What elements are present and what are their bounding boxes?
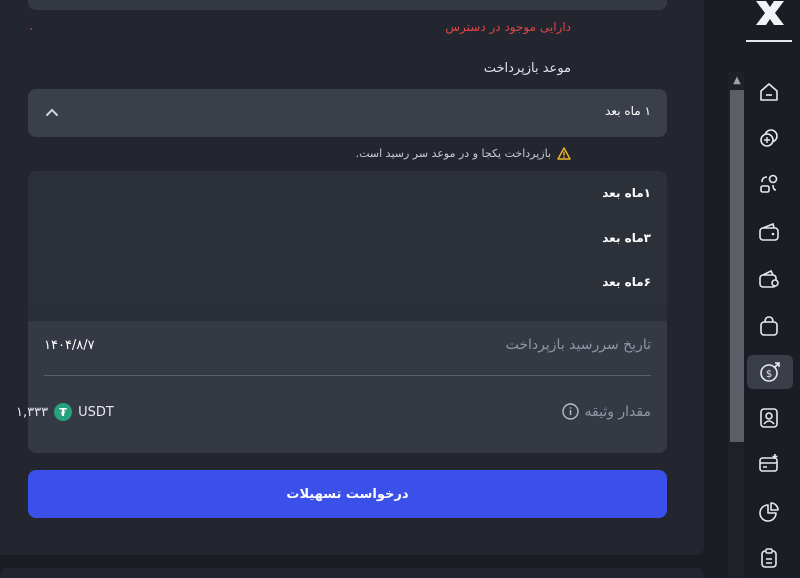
repayment-options-list: ۱ماه بعد ۳ماه بعد ۶ماه بعد xyxy=(28,171,667,305)
info-icon[interactable] xyxy=(561,403,579,420)
amount-input[interactable] xyxy=(28,0,667,10)
wallet-card-icon[interactable] xyxy=(757,267,781,291)
tether-icon: ₮ xyxy=(54,403,73,421)
collateral-amount: ۱,۳۳۳ ₮ USDT xyxy=(16,403,114,421)
next-section xyxy=(0,568,704,578)
bag-icon[interactable] xyxy=(757,314,781,338)
collateral-value: ۱,۳۳۳ xyxy=(16,404,49,420)
chevron-up-icon[interactable] xyxy=(44,105,60,121)
loan-dollar-icon[interactable]: $ xyxy=(747,355,793,389)
user-id-icon[interactable] xyxy=(757,406,781,430)
svg-text:$: $ xyxy=(766,369,772,380)
option-3-month[interactable]: ۳ماه بعد xyxy=(602,231,651,245)
repayment-label: موعد بازپرداخت xyxy=(483,61,571,76)
pie-chart-icon[interactable] xyxy=(757,500,781,524)
brand-logo[interactable] xyxy=(754,0,786,26)
repayment-select[interactable]: ۱ ماه بعد xyxy=(28,89,667,137)
wallet-icon[interactable] xyxy=(757,220,781,244)
dropdown-shadow xyxy=(28,305,667,321)
details-card: تاریخ سررسید بازپرداخت ۱۴۰۴/۸/۷ مقدار وث… xyxy=(28,305,667,453)
collateral-label: مقدار وثیقه xyxy=(584,403,652,420)
warning-icon xyxy=(557,147,571,160)
option-6-month[interactable]: ۶ماه بعد xyxy=(602,275,651,289)
repayment-warning: بازپرداخت یکجا و در موعد سر رسید است. xyxy=(356,147,571,160)
coins-exchange-icon[interactable] xyxy=(757,126,781,150)
due-date-value: ۱۴۰۴/۸/۷ xyxy=(44,338,95,353)
sidebar-divider xyxy=(746,40,792,42)
collateral-currency: USDT xyxy=(78,404,114,420)
swap-icon[interactable] xyxy=(757,172,781,196)
warning-text: بازپرداخت یکجا و در موعد سر رسید است. xyxy=(355,147,551,160)
due-date-label: تاریخ سررسید بازپرداخت xyxy=(505,337,651,353)
available-assets-label: دارایی موجود در دسترس xyxy=(445,20,571,34)
home-icon[interactable] xyxy=(757,80,781,104)
repayment-selected-value: ۱ ماه بعد xyxy=(605,104,651,118)
clipboard-icon[interactable] xyxy=(757,546,781,570)
option-1-month[interactable]: ۱ماه بعد xyxy=(602,186,651,200)
request-loan-button[interactable]: درخواست تسهیلات xyxy=(28,470,667,518)
card-plus-icon[interactable] xyxy=(757,452,781,476)
divider xyxy=(44,375,651,376)
collateral-label-row: مقدار وثیقه xyxy=(561,403,652,420)
available-assets-value: ۰ xyxy=(28,21,35,35)
scrollbar-thumb[interactable] xyxy=(730,90,744,442)
scroll-up-arrow[interactable]: ▲ xyxy=(730,74,744,88)
